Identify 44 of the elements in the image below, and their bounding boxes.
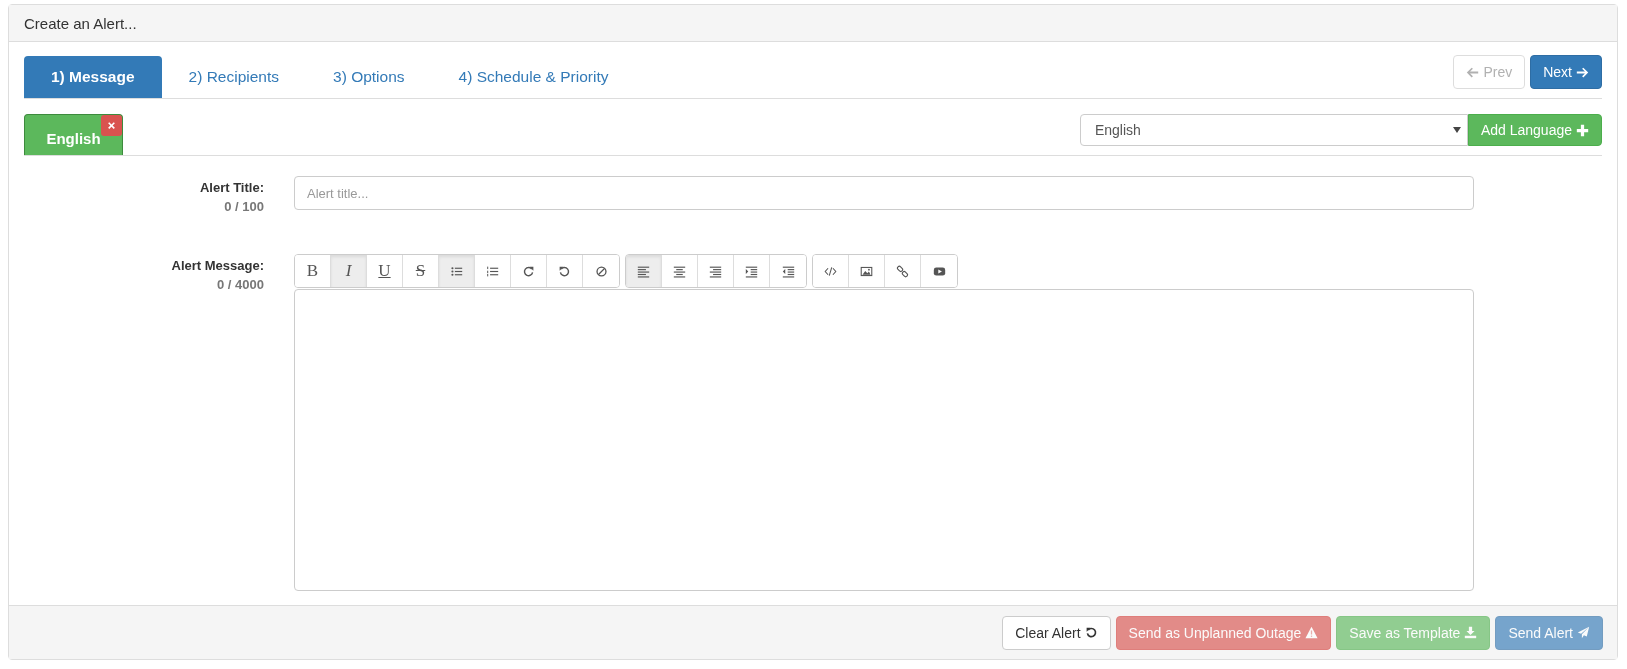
align-left-icon (637, 264, 650, 278)
arrow-left-icon (1466, 65, 1480, 79)
indent-icon (745, 264, 758, 278)
step-tab[interactable]: 4) Schedule & Priority (431, 56, 636, 98)
outdent-icon (781, 264, 795, 278)
image-icon (860, 264, 873, 278)
bullets-button[interactable] (439, 255, 475, 287)
redo-icon (522, 264, 535, 278)
download-icon (1464, 626, 1478, 639)
add-language-button[interactable]: Add Language (1467, 114, 1602, 146)
step-tab[interactable]: 2) Recipients (161, 56, 307, 98)
close-icon (107, 121, 116, 130)
clear-format-icon (594, 264, 608, 278)
step-tab[interactable]: 1) Message (24, 56, 162, 98)
caret-icon (1452, 127, 1461, 133)
code-button[interactable] (813, 255, 849, 287)
align-center-icon (673, 264, 686, 278)
numbered-list-icon (486, 264, 499, 278)
language-select[interactable]: English (1079, 114, 1468, 146)
bullet-list-icon (450, 264, 463, 278)
bold-button[interactable]: B (295, 255, 331, 287)
field-label: Alert Message: (171, 258, 264, 273)
video-icon (932, 264, 946, 278)
next-button[interactable]: Next (1530, 55, 1602, 89)
warning-icon (1305, 626, 1319, 639)
code-icon (824, 264, 837, 278)
panel-title: Create an Alert... (24, 14, 137, 32)
plus-icon (1576, 123, 1589, 137)
field-label: Alert Title: (199, 180, 264, 195)
align-left-button[interactable] (626, 255, 662, 287)
undo-icon (558, 264, 571, 278)
link-icon (896, 264, 909, 278)
arrow-right-icon (1576, 65, 1589, 79)
reset-icon (1084, 626, 1098, 639)
remove-language-button[interactable] (101, 115, 122, 136)
align-right-icon (709, 264, 722, 278)
character-counter: 0 / 100 (224, 199, 264, 214)
italic-button[interactable]: I (331, 255, 367, 287)
alert-title-field[interactable]: Alert title... (294, 176, 1474, 210)
step-tab[interactable]: 3) Options (306, 56, 432, 98)
language-tab[interactable]: English (24, 114, 123, 155)
send-icon (1577, 626, 1590, 639)
character-counter: 0 / 4000 (217, 277, 264, 292)
action-button[interactable]: Clear Alert (1002, 615, 1111, 650)
